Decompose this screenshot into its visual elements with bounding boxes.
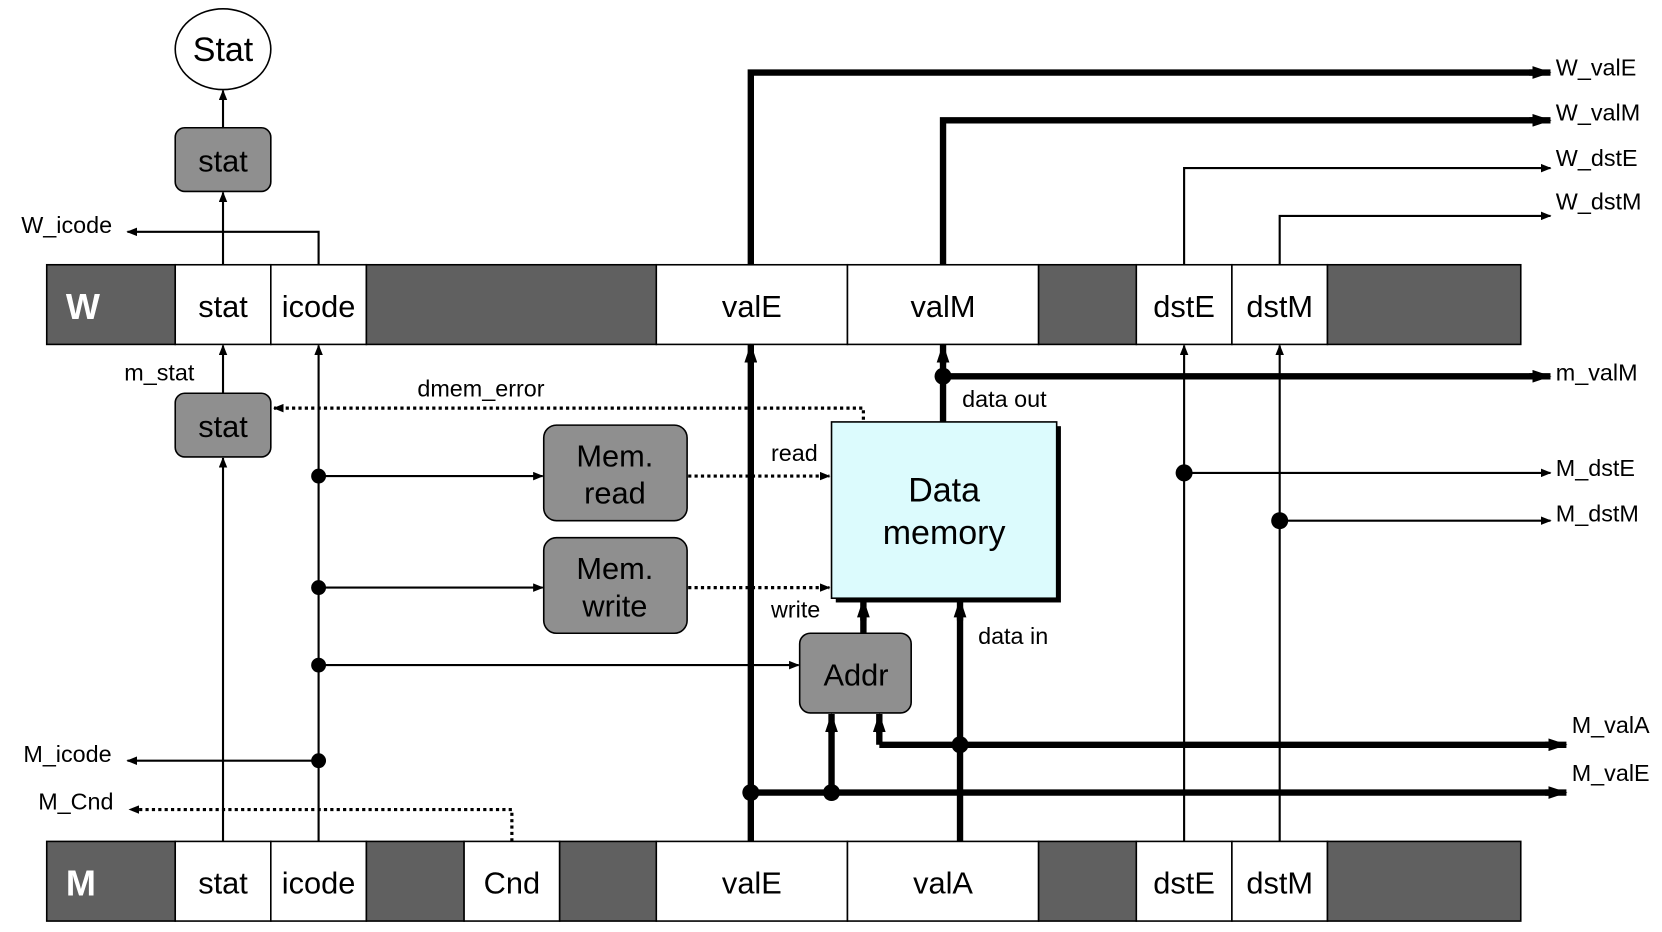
svg-text:memory: memory — [883, 514, 1006, 552]
signal-W_valE: W_valE — [1556, 55, 1636, 81]
svg-text:Addr: Addr — [823, 657, 888, 692]
svg-text:Mem.: Mem. — [576, 551, 653, 586]
signal-M_icode: M_icode — [23, 741, 111, 767]
w-stat-block: stat — [174, 126, 272, 193]
w_register-field-valE: valE — [722, 289, 782, 324]
addr-block: Addr — [798, 632, 912, 714]
svg-text:Mem.: Mem. — [576, 439, 653, 474]
m-register: stat icode Cnd valE valA dstE dstM M — [45, 840, 1522, 922]
w_register-field-icode: icode — [282, 289, 356, 324]
signal-data_in: data in — [978, 623, 1048, 649]
data-memory-block: Data memory — [830, 421, 1061, 603]
m_register-field-icode: icode — [282, 865, 356, 900]
w_register-field-dstE: dstE — [1153, 289, 1215, 324]
signal-W_dstM: W_dstM — [1556, 189, 1642, 215]
w_register-field-valM: valM — [911, 289, 976, 324]
svg-text:Stat: Stat — [193, 31, 254, 69]
w_register-field-stat: stat — [198, 289, 248, 324]
signal-data_out: data out — [962, 386, 1047, 412]
m_register-field-valA: valA — [913, 865, 973, 900]
signal-W_icode: W_icode — [21, 212, 112, 238]
m_register-field-Cnd: Cnd — [484, 865, 540, 900]
m_register-field-stat: stat — [198, 865, 248, 900]
mem-write-block: Mem. write — [542, 536, 688, 635]
signal-m_valM: m_valM — [1556, 360, 1638, 386]
signal-M_valE: M_valE — [1572, 760, 1650, 786]
signal-write: write — [770, 596, 820, 622]
m_register-name: M — [66, 863, 96, 904]
signal-W_dstE: W_dstE — [1556, 145, 1638, 171]
signal-M_dstM: M_dstM — [1556, 501, 1639, 527]
svg-text:write: write — [581, 588, 647, 623]
memory-stage-diagram: Stat stat stat icode valE valM dstE dstM W sta… — [21, 8, 1650, 922]
stat-output: Stat — [174, 8, 272, 91]
svg-text:stat: stat — [198, 143, 248, 178]
w_register-field-dstM: dstM — [1246, 289, 1313, 324]
mem-read-block: Mem. read — [542, 424, 688, 522]
m_register-field-dstM: dstM — [1246, 865, 1313, 900]
w-register: stat icode valE valM dstE dstM W — [45, 263, 1522, 346]
m-stat-block: stat — [174, 392, 272, 458]
signal-m_stat: m_stat — [124, 360, 195, 386]
signal-dmem_error: dmem_error — [417, 375, 544, 401]
svg-text:stat: stat — [198, 409, 248, 444]
signal-M_valA: M_valA — [1572, 712, 1650, 738]
signal-read: read — [771, 440, 818, 466]
signal-W_valM: W_valM — [1556, 99, 1640, 125]
svg-text:read: read — [584, 476, 646, 511]
signal-M_Cnd: M_Cnd — [38, 789, 113, 815]
signal-M_dstE: M_dstE — [1556, 455, 1635, 481]
w_register-name: W — [66, 286, 101, 327]
svg-text:Data: Data — [908, 472, 980, 510]
m_register-field-valE: valE — [722, 865, 782, 900]
m_register-field-dstE: dstE — [1153, 865, 1215, 900]
